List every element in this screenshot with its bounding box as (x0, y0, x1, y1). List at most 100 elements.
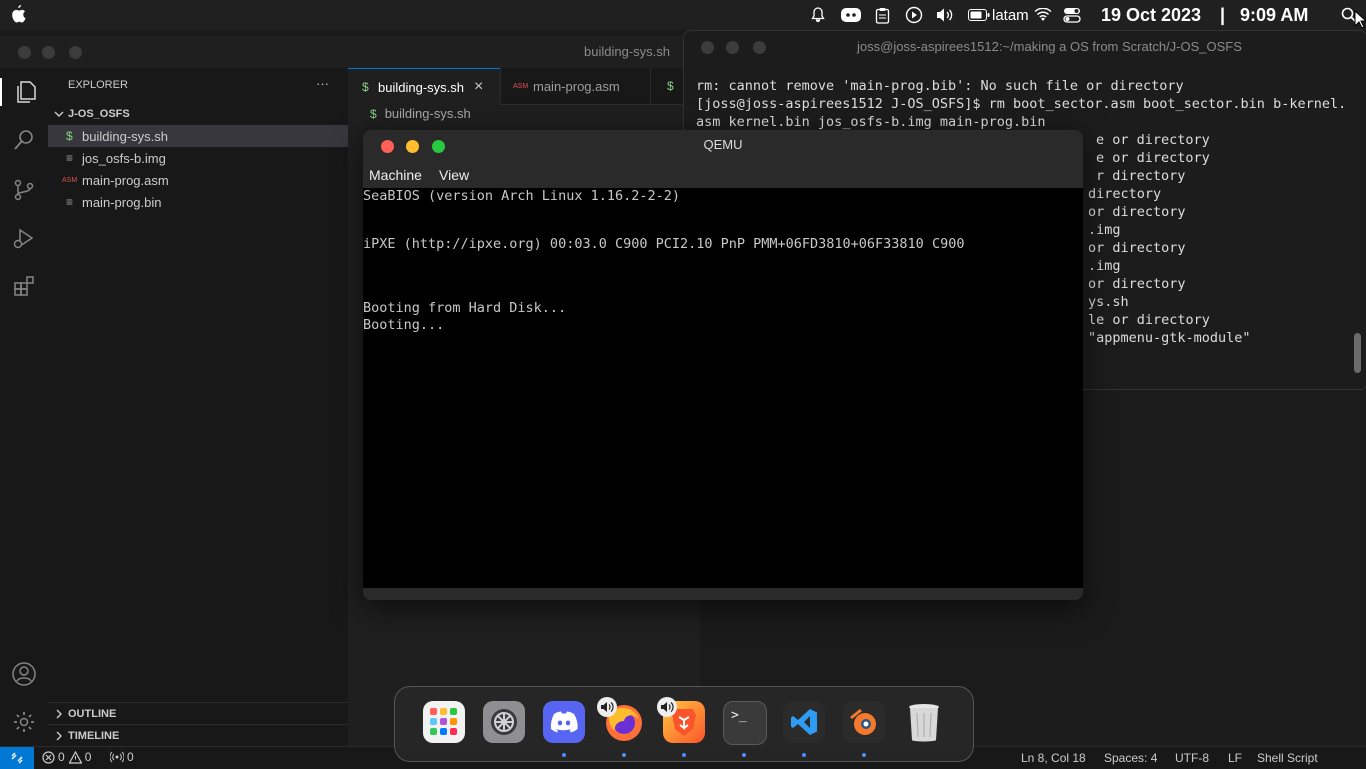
media-play-icon[interactable] (905, 6, 923, 24)
battery-icon[interactable] (968, 6, 990, 24)
vscode-icon[interactable] (783, 701, 825, 743)
menubar-separator: | (1220, 4, 1226, 25)
terminal-line: r directory (1096, 168, 1186, 184)
apple-icon[interactable] (10, 5, 26, 28)
binary-file-icon: ≡ (66, 195, 74, 209)
file-item[interactable]: ≡ main-prog.bin (48, 191, 348, 213)
running-indicator (742, 753, 746, 757)
antenna-icon (110, 751, 124, 762)
ports-count: 0 (127, 750, 134, 764)
file-item[interactable]: ≡ jos_osfs-b.img (48, 147, 348, 169)
tab-main-prog-asm[interactable]: ASM main-prog.asm (500, 68, 651, 105)
more-actions-button[interactable]: ··· (316, 76, 329, 91)
zoom-button[interactable] (753, 41, 766, 54)
menu-machine[interactable]: Machine (369, 167, 422, 183)
terminal-title: joss@joss-aspirees1512:~/making a OS fro… (857, 39, 1242, 54)
tab-close-button[interactable]: × (474, 78, 483, 96)
timeline-label: TIMELINE (68, 730, 120, 742)
running-indicator (862, 753, 866, 757)
warning-icon (68, 750, 82, 764)
encoding[interactable]: UTF-8 (1175, 751, 1209, 765)
blender-icon[interactable] (843, 701, 885, 743)
terminal-line: .img (1088, 222, 1121, 238)
terminal-line: rm: cannot remove 'main-prog.bib': No su… (696, 78, 1184, 94)
settings-gear-icon[interactable] (10, 708, 38, 736)
close-button[interactable] (18, 46, 31, 59)
chevron-down-icon (54, 107, 64, 122)
explorer-sidebar: EXPLORER ··· J-OS_OSFS $ building-sys.sh… (48, 68, 349, 746)
control-center-icon[interactable] (1063, 6, 1081, 24)
file-item[interactable]: ASM main-prog.asm (48, 169, 348, 191)
terminal-line: asm kernel.bin jos_osfs-b.img main-prog.… (696, 114, 1046, 130)
discord-icon[interactable] (543, 701, 585, 743)
terminal-line: or directory (1088, 204, 1186, 220)
notification-icon[interactable] (810, 6, 826, 24)
qemu-window[interactable]: QEMU Machine View SeaBIOS (version Arch … (363, 130, 1083, 600)
menu-view[interactable]: View (439, 167, 469, 183)
tab-building-sys[interactable]: $ building-sys.sh × (348, 68, 500, 105)
explorer-title: EXPLORER (68, 79, 128, 91)
audio-playing-icon (657, 697, 677, 717)
run-debug-icon[interactable] (10, 224, 38, 252)
explorer-icon[interactable] (0, 78, 50, 106)
vm-display[interactable]: SeaBIOS (version Arch Linux 1.16.2-2-2) … (363, 188, 1083, 588)
line-ending[interactable]: LF (1228, 751, 1242, 765)
audio-playing-icon (597, 697, 617, 717)
console-line: Booting... (363, 317, 445, 333)
shell-file-icon: $ (667, 79, 674, 93)
remote-indicator[interactable] (0, 747, 34, 769)
asm-file-icon: ASM (513, 82, 529, 90)
console-line: SeaBIOS (version Arch Linux 1.16.2-2-2) (363, 188, 680, 204)
language-mode[interactable]: Shell Script (1257, 751, 1318, 765)
keyboard-layout[interactable]: latam (992, 6, 1029, 24)
terminal-line: e or directory (1096, 132, 1210, 148)
shell-file-icon: $ (370, 106, 377, 121)
search-view-icon[interactable] (10, 126, 38, 154)
console-line: iPXE (http://ipxe.org) 00:03.0 C900 PCI2… (363, 236, 965, 252)
error-icon (42, 750, 55, 764)
tab-label: main-prog.asm (533, 78, 620, 94)
terminal-line: or directory (1088, 276, 1186, 292)
window-title: building-sys.sh (584, 44, 670, 59)
clipboard-icon[interactable] (875, 6, 890, 24)
file-name: main-prog.bin (82, 194, 162, 210)
menu-bar: latam 19 Oct 2023 | 9:09 AM (0, 0, 1366, 30)
outline-section[interactable]: OUTLINE (48, 702, 348, 725)
trash-icon[interactable] (903, 701, 945, 743)
chevron-right-icon (54, 707, 64, 722)
extensions-icon[interactable] (10, 272, 38, 300)
menubar-date[interactable]: 19 Oct 2023 (1101, 5, 1201, 25)
indentation[interactable]: Spaces: 4 (1104, 751, 1157, 765)
close-button[interactable] (701, 41, 714, 54)
discord-tray-icon[interactable] (840, 6, 862, 24)
source-control-icon[interactable] (10, 176, 38, 204)
breadcrumb[interactable]: $ building-sys.sh (370, 106, 471, 121)
warning-count: 0 (84, 750, 92, 764)
console-line: Booting from Hard Disk... (363, 300, 567, 316)
system-settings-icon[interactable] (483, 701, 525, 743)
terminal-line: e or directory (1096, 150, 1210, 166)
vscode-titlebar: building-sys.sh (0, 36, 690, 68)
accounts-icon[interactable] (10, 660, 38, 688)
minimize-button[interactable] (42, 46, 55, 59)
terminal-line: directory (1088, 186, 1162, 202)
file-name: main-prog.asm (82, 172, 169, 188)
file-item[interactable]: $ building-sys.sh (48, 125, 348, 147)
folder-root[interactable]: J-OS_OSFS (48, 103, 348, 125)
firefox-icon[interactable] (597, 697, 645, 743)
wifi-icon[interactable] (1034, 6, 1052, 24)
cursor-position[interactable]: Ln 8, Col 18 (1021, 751, 1086, 765)
ports-indicator[interactable]: 0 (110, 750, 134, 764)
menubar-time[interactable]: 9:09 AM (1240, 5, 1308, 25)
minimize-button[interactable] (726, 41, 739, 54)
folder-name: J-OS_OSFS (68, 108, 130, 120)
launchpad-icon[interactable] (423, 701, 465, 743)
problems-indicator[interactable]: 0 0 (42, 750, 91, 764)
terminal-line: "appmenu-gtk-module" (1088, 330, 1251, 346)
terminal-scrollbar[interactable] (1354, 333, 1361, 373)
terminal-app-icon[interactable]: >_ (723, 701, 767, 745)
zoom-button[interactable] (69, 46, 82, 59)
brave-icon[interactable] (657, 697, 705, 743)
volume-icon[interactable] (935, 6, 957, 24)
timeline-section[interactable]: TIMELINE (48, 724, 348, 747)
